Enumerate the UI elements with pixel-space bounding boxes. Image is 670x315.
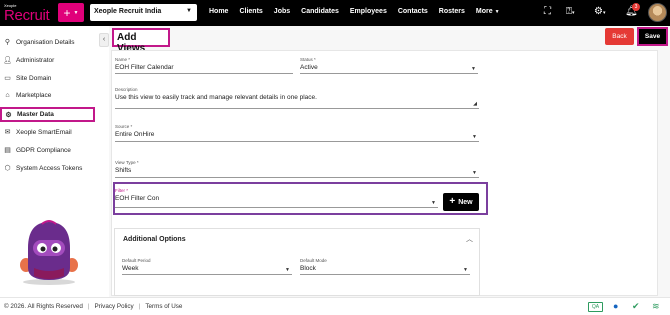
footer: © 2026. All Rights Reserved | Privacy Poli… xyxy=(0,297,670,315)
email-icon: ✉ xyxy=(4,129,11,136)
chevron-down-icon: ▼ xyxy=(431,200,436,206)
nav-more[interactable]: More ▼ xyxy=(476,8,500,15)
sidebar-item-organisation-details[interactable]: ⚲ Organisation Details xyxy=(3,38,75,47)
nav-employees[interactable]: Employees xyxy=(350,8,387,15)
default-mode-label: Default Mode xyxy=(300,258,327,263)
chevron-down-icon: ▼ xyxy=(472,170,477,176)
view-type-select[interactable]: View Type * Shifts ▼ xyxy=(115,160,479,178)
default-mode-value: Block xyxy=(300,265,316,272)
additional-options-title: Additional Options xyxy=(123,236,186,243)
sidebar-item-gdpr-compliance[interactable]: ▤ GDPR Compliance xyxy=(3,146,71,155)
chevron-down-icon: ▼ xyxy=(73,9,79,16)
fullscreen-icon[interactable]: ⛶ xyxy=(544,6,551,18)
chevron-down-icon: ▼ xyxy=(472,134,477,140)
notification-badge: 3 xyxy=(632,3,640,11)
avatar[interactable] xyxy=(648,3,667,22)
filter-value: EOH Filter Con xyxy=(115,195,160,202)
help-icon[interactable]: ⍰▾ xyxy=(566,6,575,19)
marketplace-icon: ⌂ xyxy=(5,92,10,99)
nav-rosters[interactable]: Rosters xyxy=(439,8,465,15)
name-label: Name * xyxy=(115,57,131,62)
status-label: Status * xyxy=(300,57,316,62)
gdpr-icon: ▤ xyxy=(4,147,11,154)
privacy-policy-link[interactable]: Privacy Policy xyxy=(94,303,133,310)
sidebar-item-site-domain[interactable]: ▭ Site Domain xyxy=(3,74,52,83)
page-title: Add Views xyxy=(112,28,170,54)
nav-clients[interactable]: Clients xyxy=(239,8,262,15)
main-nav: Home Clients Jobs Candidates Employees C… xyxy=(209,8,511,15)
name-value: EOH Filter Calendar xyxy=(115,64,174,71)
user-icon: 👤︎ xyxy=(3,57,12,64)
description-label: Description xyxy=(115,87,138,92)
sidebar-item-label: Master Data xyxy=(17,111,54,118)
description-value: Use this view to easily track and manage… xyxy=(115,94,317,101)
chevron-down-icon: ▼ xyxy=(463,267,468,273)
sidebar-item-master-data[interactable]: ⚙ Master Data xyxy=(0,107,95,122)
user-circle-icon[interactable]: ● xyxy=(613,301,618,312)
chevron-down-icon: ▼ xyxy=(285,267,290,273)
environment-select[interactable]: Xeople Recruit India ▼ xyxy=(90,4,197,21)
logo-text: Recruit xyxy=(4,7,50,24)
sidebar-item-label: Administrator xyxy=(16,56,55,64)
sidebar-item-marketplace[interactable]: ⌂ Marketplace xyxy=(3,92,51,99)
default-period-value: Week xyxy=(122,265,139,272)
quick-add-button[interactable]: + ▼ xyxy=(58,3,84,22)
description-field[interactable]: Description Use this view to easily trac… xyxy=(115,87,479,109)
default-mode-select[interactable]: Default Mode Block ▼ xyxy=(300,258,470,275)
plus-icon: + xyxy=(63,5,71,20)
default-period-label: Default Period xyxy=(122,258,151,263)
sidebar-item-label: Site Domain xyxy=(16,74,52,82)
plus-icon: + xyxy=(449,196,456,207)
check-circle-icon: ✔ xyxy=(632,301,640,311)
qa-badge: QA xyxy=(588,302,603,312)
sidebar-item-administrator[interactable]: 👤︎ Administrator xyxy=(3,56,55,65)
save-button[interactable]: Save xyxy=(637,27,668,46)
app-logo[interactable]: Recruit xyxy=(4,7,50,24)
sidebar-item-label: Marketplace xyxy=(16,92,52,99)
sidebar-item-label: System Access Tokens xyxy=(16,164,83,172)
nav-home[interactable]: Home xyxy=(209,8,228,15)
terms-of-use-link[interactable]: Terms of Use xyxy=(145,303,182,310)
token-icon: ⬡ xyxy=(4,165,11,172)
nav-more-label: More xyxy=(475,8,493,15)
new-filter-button[interactable]: + New xyxy=(443,193,479,211)
chevron-down-icon: ▼ xyxy=(471,66,476,72)
domain-icon: ▭ xyxy=(4,75,11,82)
chevron-down-icon: ▼ xyxy=(186,8,192,14)
nav-candidates[interactable]: Candidates xyxy=(301,8,339,15)
sidebar-item-label: GDPR Compliance xyxy=(16,146,71,154)
status-value: Active xyxy=(300,64,318,71)
view-type-value: Shifts xyxy=(115,167,132,174)
wifi-icon: ≋ xyxy=(652,301,660,311)
top-bar: Xeople Recruit + ▼ Xeople Recruit India … xyxy=(0,0,670,26)
new-button-label: New xyxy=(458,198,473,206)
sidebar-item-smartemail[interactable]: ✉ Xeople SmartEmail xyxy=(3,128,72,137)
sidebar-item-label: Xeople SmartEmail xyxy=(16,128,72,136)
environment-value: Xeople Recruit India xyxy=(94,8,162,15)
master-data-icon: ⚙ xyxy=(5,111,12,119)
mascot-illustration xyxy=(20,220,78,285)
sidebar-collapse-button[interactable]: ‹ xyxy=(99,33,109,47)
name-field[interactable]: Name * EOH Filter Calendar xyxy=(115,57,293,74)
view-type-label: View Type * xyxy=(115,160,139,165)
sidebar-item-system-access-tokens[interactable]: ⬡ System Access Tokens xyxy=(3,164,83,173)
filter-select[interactable]: Filter * EOH Filter Con ▼ xyxy=(115,188,438,208)
chevron-up-icon[interactable]: ︿ xyxy=(466,234,473,244)
nav-contacts[interactable]: Contacts xyxy=(398,8,428,15)
organisation-icon: ⚲ xyxy=(4,39,11,46)
resize-handle-icon[interactable]: ◢ xyxy=(473,101,477,107)
sidebar-item-label: Organisation Details xyxy=(16,38,75,46)
copyright-text: © 2026. All Rights Reserved xyxy=(4,303,83,310)
source-value: Entire OnHire xyxy=(115,131,155,138)
status-select[interactable]: Status * Active ▼ xyxy=(300,57,478,74)
filter-label: Filter * xyxy=(115,188,129,193)
nav-jobs[interactable]: Jobs xyxy=(274,8,290,15)
chevron-down-icon: ▼ xyxy=(494,9,500,15)
source-label: Source * xyxy=(115,124,133,129)
settings-icon[interactable]: ⚙▾ xyxy=(594,6,605,19)
source-select[interactable]: Source * Entire OnHire ▼ xyxy=(115,124,479,142)
back-button[interactable]: Back xyxy=(605,28,634,45)
default-period-select[interactable]: Default Period Week ▼ xyxy=(122,258,292,275)
